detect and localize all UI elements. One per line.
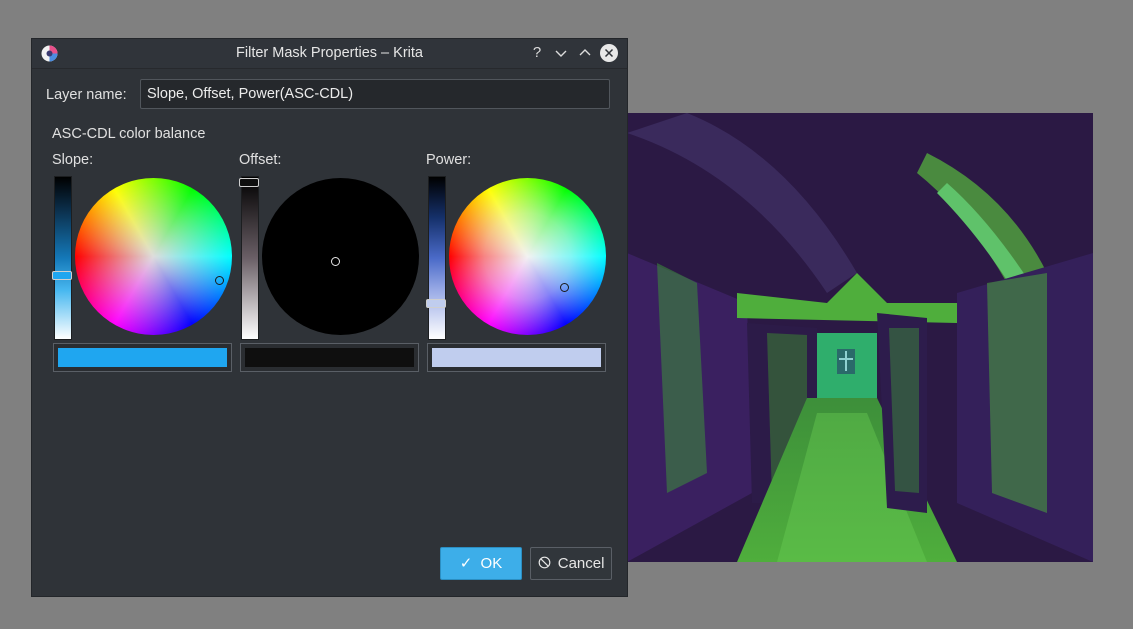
layer-name-input[interactable]: Slope, Offset, Power(ASC-CDL) (140, 79, 610, 109)
layer-name-label: Layer name: (46, 87, 127, 103)
close-button[interactable] (600, 44, 618, 62)
power-value-slider[interactable] (426, 176, 446, 340)
offset-color-wheel[interactable] (262, 178, 419, 335)
filter-mask-properties-dialog: Filter Mask Properties – Krita ? Layer n… (32, 39, 627, 596)
offset-label: Offset: (239, 152, 282, 168)
slope-swatch-fill (58, 348, 227, 367)
power-slider-handle[interactable] (426, 299, 446, 308)
slope-value-slider[interactable] (52, 176, 72, 340)
check-icon: ✓ (459, 555, 473, 572)
slope-slider-handle[interactable] (52, 271, 72, 280)
filter-section-label: ASC-CDL color balance (52, 126, 206, 142)
cancel-icon (538, 556, 550, 569)
slope-color-swatch[interactable] (53, 343, 232, 372)
offset-color-swatch[interactable] (240, 343, 419, 372)
ok-button[interactable]: ✓ OK (440, 547, 522, 580)
canvas-painting (627, 113, 1093, 562)
power-swatch-fill (432, 348, 601, 367)
power-color-wheel[interactable] (449, 178, 606, 335)
help-button[interactable]: ? (528, 44, 546, 62)
offset-swatch-fill (245, 348, 414, 367)
ok-label: OK (480, 555, 503, 572)
maximize-button[interactable] (576, 44, 594, 62)
offset-value-slider[interactable] (239, 176, 259, 340)
chevron-down-icon (555, 50, 567, 57)
chevron-up-icon (579, 49, 591, 56)
offset-slider-handle[interactable] (239, 178, 259, 187)
close-icon (604, 48, 614, 58)
power-wheel-marker[interactable] (560, 283, 569, 292)
power-label: Power: (426, 152, 472, 168)
slope-wheel-marker[interactable] (215, 276, 224, 285)
slope-color-wheel[interactable] (75, 178, 232, 335)
cancel-label: Cancel (557, 555, 605, 572)
minimize-button[interactable] (552, 44, 570, 62)
power-color-swatch[interactable] (427, 343, 606, 372)
title-bar[interactable]: Filter Mask Properties – Krita ? (32, 39, 627, 69)
slope-label: Slope: (52, 152, 94, 168)
offset-wheel-marker[interactable] (331, 257, 340, 266)
cancel-button[interactable]: Cancel (530, 547, 612, 580)
